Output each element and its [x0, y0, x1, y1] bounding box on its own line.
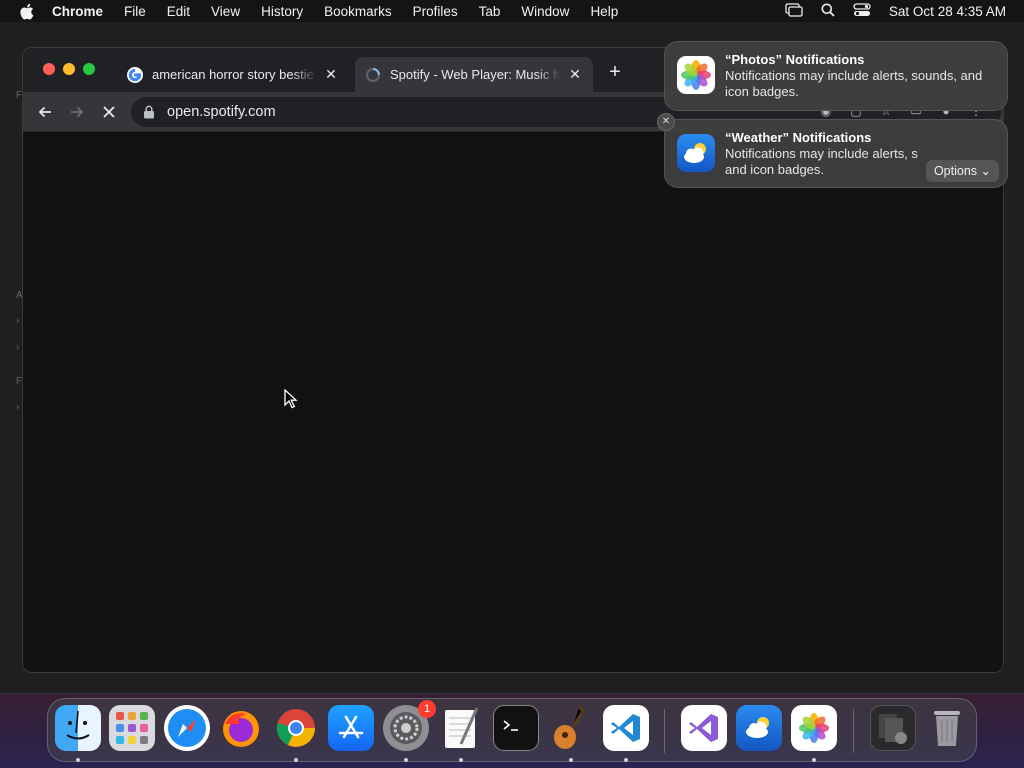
running-indicator: [76, 758, 80, 762]
apple-menu-icon[interactable]: [18, 0, 34, 22]
safari-icon[interactable]: [164, 705, 210, 751]
menu-profiles[interactable]: Profiles: [413, 4, 458, 19]
running-indicator: [812, 758, 816, 762]
menu-app-name[interactable]: Chrome: [52, 4, 103, 19]
dock-separator: [664, 709, 665, 753]
weather-notification[interactable]: ✕ “Weather” Notifications Notifications …: [657, 113, 1008, 188]
notification-close-icon[interactable]: ✕: [657, 113, 675, 131]
photos-notification[interactable]: “Photos” Notifications Notifications may…: [664, 41, 1008, 111]
menu-help[interactable]: Help: [590, 4, 618, 19]
garageband-icon[interactable]: [548, 705, 594, 751]
weather-icon[interactable]: [736, 705, 782, 751]
running-indicator: [404, 758, 408, 762]
tab-title: american horror story bestie -: [152, 67, 317, 82]
menu-window[interactable]: Window: [521, 4, 569, 19]
menu-edit[interactable]: Edit: [167, 4, 190, 19]
options-label: Options: [933, 164, 978, 178]
launchpad-icon[interactable]: [109, 705, 155, 751]
window-minimize-button[interactable]: [63, 63, 75, 75]
photos-icon[interactable]: [791, 705, 837, 751]
menu-bookmarks[interactable]: Bookmarks: [324, 4, 392, 19]
notification-options-button[interactable]: Options ⌄: [925, 160, 999, 182]
system-settings-icon[interactable]: 1: [383, 700, 436, 751]
running-indicator: [294, 758, 298, 762]
page-viewport[interactable]: [23, 133, 1003, 672]
dock-separator: [853, 709, 854, 753]
notification-body: Notifications may include alerts, sounds…: [725, 68, 983, 99]
running-indicator: [459, 758, 463, 762]
finder-icon[interactable]: [55, 705, 101, 751]
photos-app-icon: [677, 56, 715, 94]
window-zoom-button[interactable]: [83, 63, 95, 75]
screen-mirroring-icon[interactable]: [785, 2, 803, 20]
notification-badge: 1: [418, 700, 436, 718]
tab-spotify[interactable]: Spotify - Web Player: Music fo ✕: [355, 57, 593, 92]
menu-tab[interactable]: Tab: [479, 4, 501, 19]
trash-icon[interactable]: [924, 705, 970, 751]
weather-app-icon: [677, 134, 715, 172]
background-glyph: ›: [16, 402, 20, 413]
textedit-icon[interactable]: [438, 705, 484, 751]
vscode-icon[interactable]: [603, 705, 649, 751]
tab-title: Spotify - Web Player: Music fo: [390, 67, 561, 82]
terminal-icon[interactable]: [493, 705, 539, 751]
menu-history[interactable]: History: [261, 4, 303, 19]
chrome-icon[interactable]: [273, 705, 319, 751]
menu-view[interactable]: View: [211, 4, 240, 19]
app-store-icon[interactable]: [328, 705, 374, 751]
firefox-icon[interactable]: [218, 705, 264, 751]
window-close-button[interactable]: [43, 63, 55, 75]
address-bar-url: open.spotify.com: [167, 104, 276, 120]
dock: 1: [47, 698, 977, 762]
back-arrow-icon[interactable]: [35, 102, 55, 122]
loading-spinner-icon: [365, 67, 381, 83]
window-controls: [43, 63, 95, 75]
forward-arrow-icon[interactable]: [67, 102, 87, 122]
menu-file[interactable]: File: [124, 4, 146, 19]
mouse-cursor-icon: [284, 388, 298, 414]
google-g-icon: [127, 66, 143, 83]
spotlight-search-icon[interactable]: [821, 3, 835, 20]
notification-title: “Photos” Notifications: [725, 52, 865, 67]
menu-bar-clock[interactable]: Sat Oct 28 4:35 AM: [889, 4, 1006, 19]
visual-studio-icon[interactable]: [681, 705, 727, 751]
tab-close-icon[interactable]: ✕: [567, 66, 583, 83]
control-center-icon[interactable]: [853, 2, 871, 20]
background-glyph: ›: [16, 315, 20, 326]
running-indicator: [569, 758, 573, 762]
tab-close-icon[interactable]: ✕: [323, 66, 339, 83]
new-tab-button[interactable]: +: [605, 62, 625, 82]
menu-bar: Chrome File Edit View History Bookmarks …: [0, 0, 1024, 22]
background-glyph: ›: [16, 342, 20, 353]
downloads-stack-icon[interactable]: [870, 705, 916, 751]
notification-title: “Weather” Notifications: [725, 130, 872, 145]
running-indicator: [624, 758, 628, 762]
lock-icon[interactable]: [143, 105, 157, 119]
notification-body: Notifications may include alerts, s and …: [725, 146, 918, 177]
stop-loading-icon[interactable]: [99, 102, 119, 122]
tab-american-horror-story[interactable]: american horror story bestie - ✕: [117, 57, 349, 92]
